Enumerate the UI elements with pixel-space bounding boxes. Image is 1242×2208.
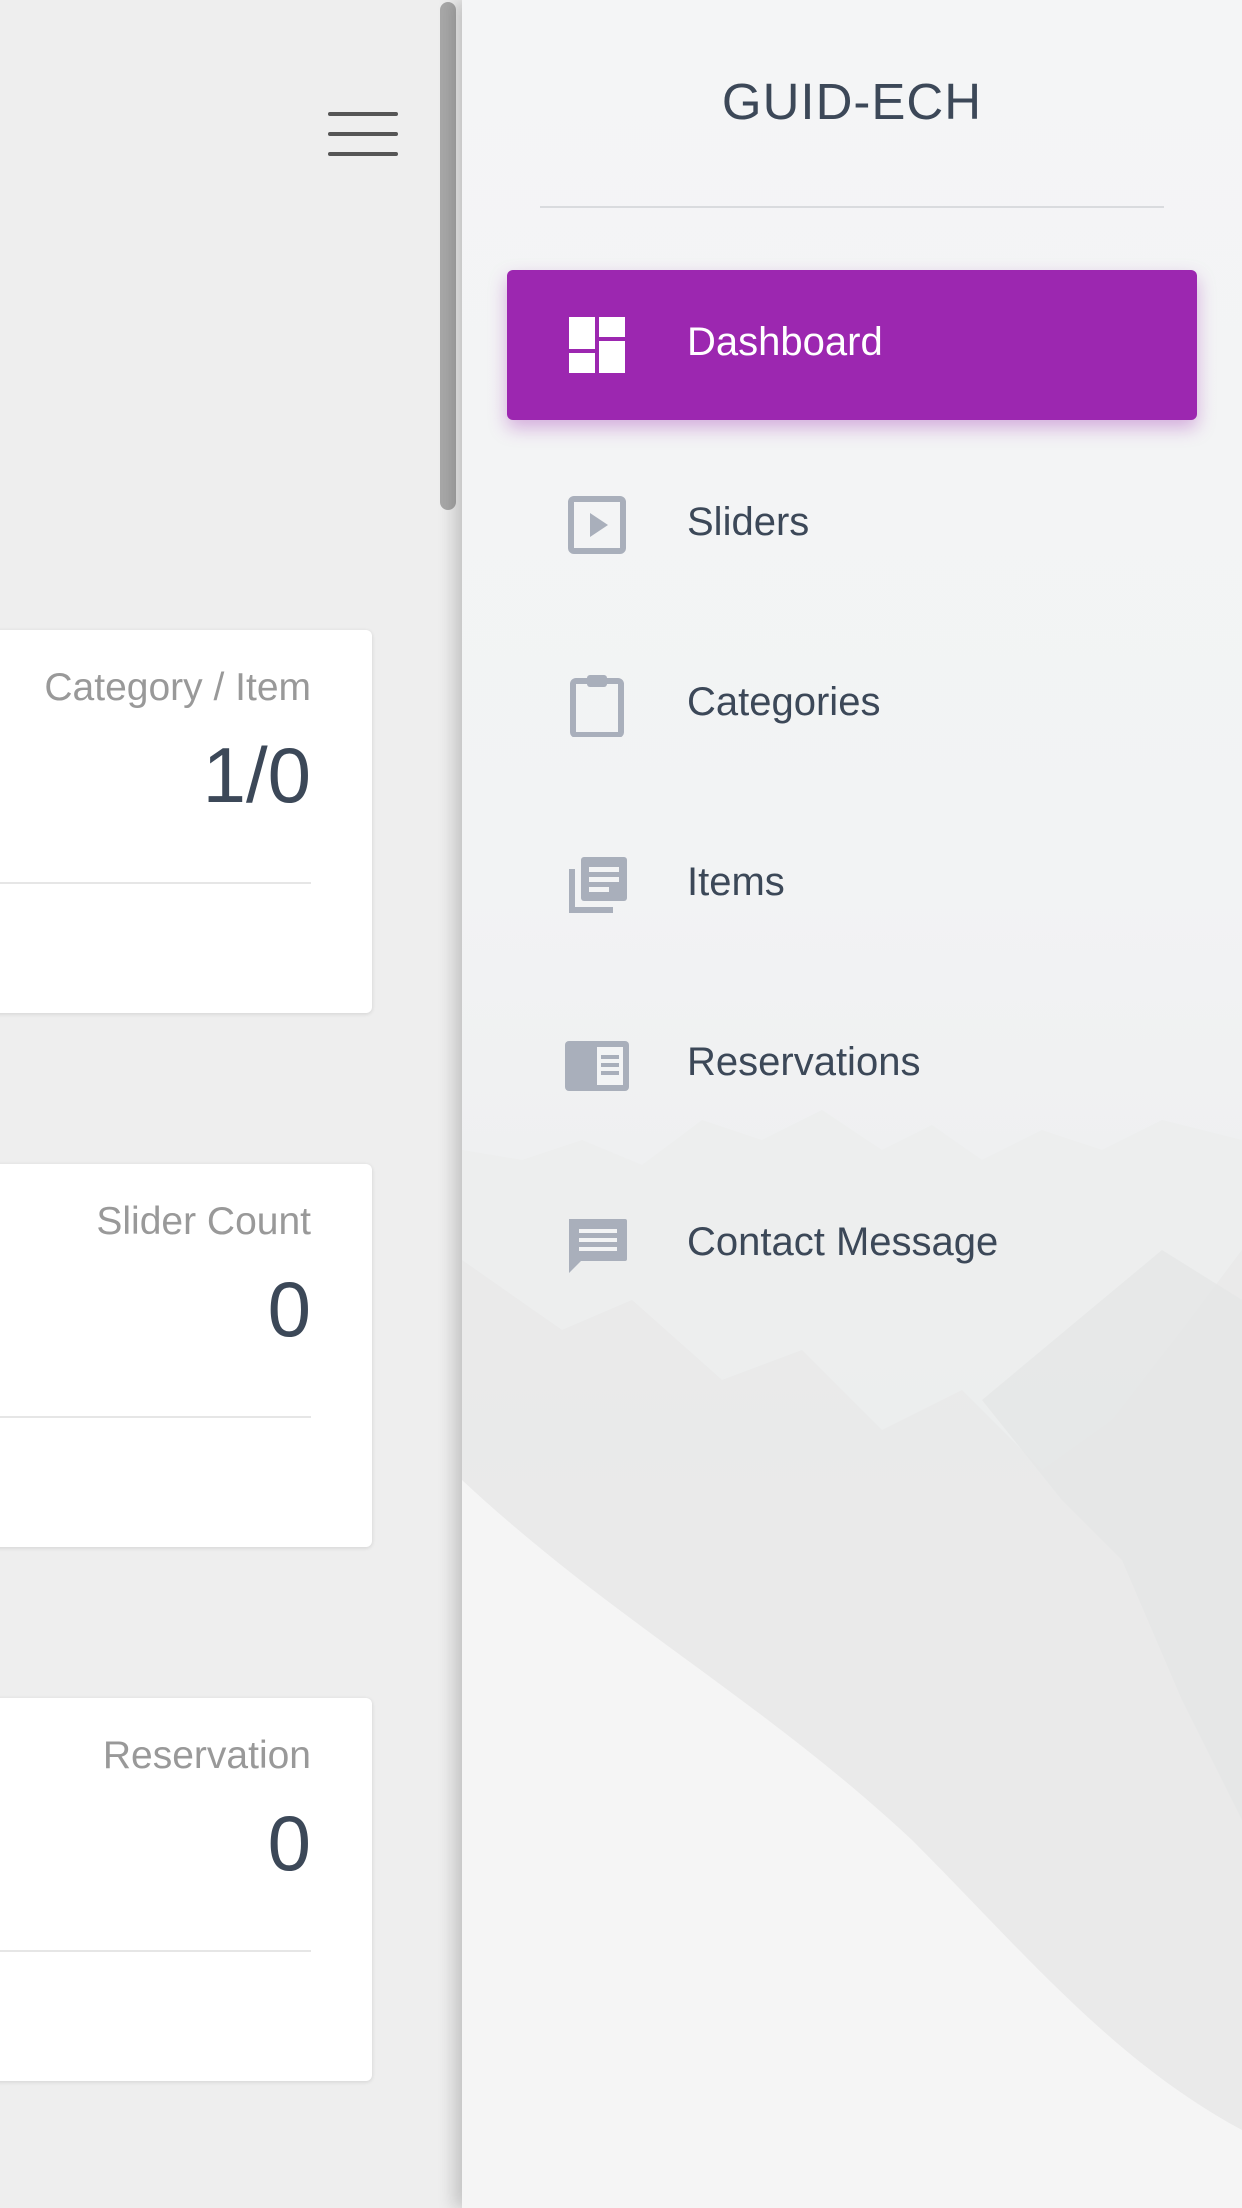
slideshow-icon <box>568 496 626 554</box>
library-books-icon <box>569 857 627 913</box>
brand-title[interactable]: GUID-ECH <box>462 72 1242 131</box>
sidebar-item-label: Reservations <box>687 1040 921 1084</box>
scrollbar-thumb[interactable] <box>440 2 456 510</box>
chrome-reader-icon <box>565 1041 629 1091</box>
card-value: 1/0 <box>202 731 311 819</box>
hamburger-bar <box>328 152 398 156</box>
sidebar-item-label: Sliders <box>687 500 810 544</box>
sidebar: GUID-ECH Dashboard Sliders Categories It… <box>462 0 1242 2208</box>
card-category: Reservation <box>102 1734 311 1777</box>
stats-card-reservation: Reservation 0 <box>0 1698 372 2081</box>
card-category: Slider Count <box>96 1200 311 1243</box>
sidebar-item-items[interactable]: Items <box>507 810 1197 960</box>
page: Category / Item 1/0 Slider Count 0 Reser… <box>0 0 1242 2208</box>
hamburger-bar <box>328 132 398 136</box>
sidebar-item-sliders[interactable]: Sliders <box>507 450 1197 600</box>
clipboard-icon <box>570 675 624 737</box>
sidebar-item-label: Items <box>687 860 785 904</box>
stats-card-category-item: Category / Item 1/0 <box>0 630 372 1013</box>
main-content: Category / Item 1/0 Slider Count 0 Reser… <box>0 0 462 2208</box>
sidebar-item-label: Dashboard <box>687 320 883 364</box>
stats-card-slider-count: Slider Count 0 <box>0 1164 372 1547</box>
card-divider <box>0 1950 311 1952</box>
dashboard-icon <box>569 317 625 373</box>
brand-divider <box>540 206 1164 208</box>
card-divider <box>0 1416 311 1418</box>
card-value: 0 <box>267 1799 311 1887</box>
menu-toggle-button[interactable] <box>326 110 400 160</box>
sidebar-item-reservations[interactable]: Reservations <box>507 990 1197 1140</box>
sidebar-item-label: Categories <box>687 680 881 724</box>
card-divider <box>0 882 311 884</box>
message-icon <box>569 1219 627 1273</box>
card-category: Category / Item <box>44 666 311 709</box>
hamburger-bar <box>328 112 398 116</box>
sidebar-item-label: Contact Message <box>687 1220 999 1264</box>
sidebar-item-categories[interactable]: Categories <box>507 630 1197 780</box>
sidebar-item-contact-message[interactable]: Contact Message <box>507 1170 1197 1320</box>
sidebar-item-dashboard[interactable]: Dashboard <box>507 270 1197 420</box>
card-value: 0 <box>267 1265 311 1353</box>
